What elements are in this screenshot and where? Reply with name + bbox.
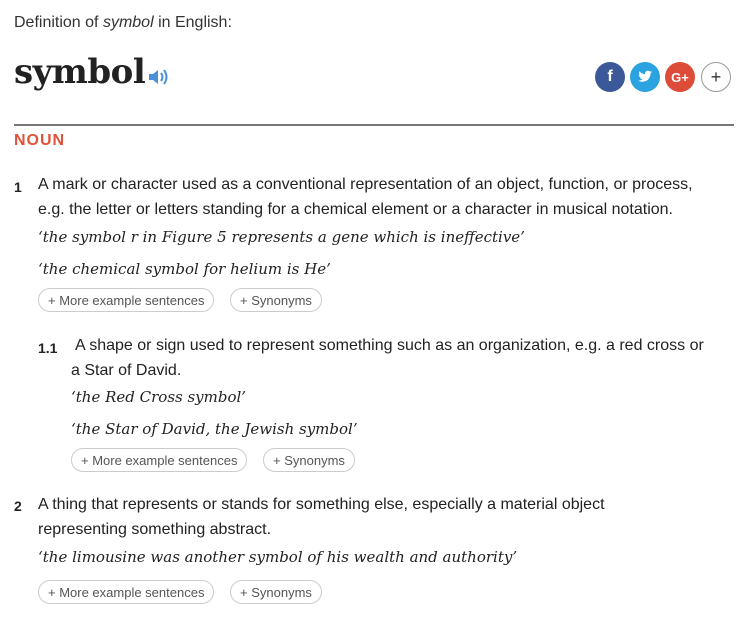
twitter-icon[interactable] [630,62,660,92]
header-suffix: in English: [153,14,232,31]
twitter-bird-icon [638,70,652,82]
headword: symbol [14,52,146,92]
example-sentence: ‘the symbol r in Figure 5 represents a g… [38,228,525,246]
speaker-icon[interactable] [147,67,173,87]
sense-definition-line: representing something abstract. [38,521,272,538]
part-of-speech: NOUN [14,132,66,149]
header-prefix: Definition of [14,14,103,31]
sense-definition-line: e.g. the letter or letters standing for … [38,201,673,218]
header-word: symbol [102,14,154,31]
synonyms-button[interactable]: + Synonyms [230,580,322,604]
more-examples-button[interactable]: + More example sentences [71,448,248,472]
google-plus-icon[interactable]: G+ [665,62,695,92]
more-label: + [710,66,722,87]
sense-number: 1 [14,179,22,195]
example-sentence: ‘the limousine was another symbol of his… [38,548,518,566]
definition-header: Definition of symbol in English: [14,14,232,32]
example-sentence: ‘the chemical symbol for helium is He’ [38,260,331,278]
sense-number: 2 [14,498,22,514]
google-plus-label: G+ [671,69,689,85]
sense-definition-line: A thing that represents or stands for so… [38,496,605,513]
facebook-label: f [607,68,613,85]
sense-definition-line: A mark or character used as a convention… [38,176,693,193]
facebook-icon[interactable]: f [595,62,625,92]
more-examples-button[interactable]: + More example sentences [38,580,215,604]
example-sentence: ‘the Star of David, the Jewish symbol’ [71,420,358,438]
more-icon[interactable]: + [701,62,731,92]
synonyms-button[interactable]: + Synonyms [230,288,322,312]
sense-definition-line: a Star of David. [71,362,182,379]
synonyms-button[interactable]: + Synonyms [263,448,355,472]
example-sentence: ‘the Red Cross symbol’ [71,388,247,406]
more-examples-button[interactable]: + More example sentences [38,288,215,312]
sense-definition-line: A shape or sign used to represent someth… [75,337,704,354]
divider [14,124,734,126]
sense-number: 1.1 [38,340,58,356]
